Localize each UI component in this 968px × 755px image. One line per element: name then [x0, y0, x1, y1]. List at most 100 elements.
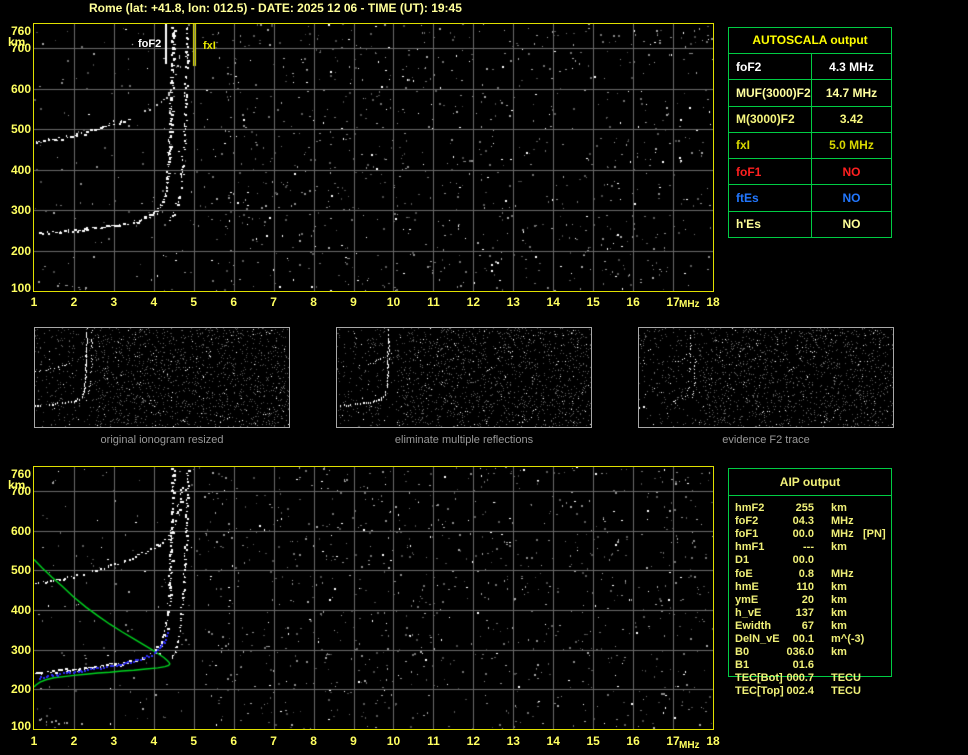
aip-unit: km — [831, 646, 847, 659]
thumbnail-original-canvas — [35, 328, 289, 427]
top-ionogram-plot — [33, 23, 714, 292]
autoscala-value: 4.3 MHz — [829, 59, 874, 74]
aip-row: hmE 110 km — [728, 581, 892, 594]
y-tick-label: 100 — [10, 281, 31, 295]
aip-value: 20 — [801, 593, 814, 606]
aip-param: ymE — [735, 593, 759, 606]
aip-row: hmF2 255 km — [728, 502, 892, 515]
aip-value: 110 — [796, 580, 814, 593]
y-tick-label: 300 — [10, 203, 31, 218]
autoscala-row: foF2 4.3 MHz — [729, 54, 891, 81]
y-tick-label: 700 — [10, 41, 31, 56]
aip-row: B1 01.6 — [728, 659, 892, 672]
aip-value: 255 — [795, 502, 814, 514]
x-tick-label: 2 — [70, 734, 78, 748]
x-tick-label: 6 — [230, 295, 238, 309]
thumbnail-original-ionogram — [34, 327, 290, 428]
x-tick-label: 12 — [466, 295, 481, 309]
caption-original-ionogram: original ionogram resized — [100, 434, 224, 446]
x-tick-label: 16 — [626, 734, 640, 748]
thumbnail-eliminate-reflections — [336, 327, 592, 428]
y-tick-label: 760 — [10, 24, 31, 38]
autoscala-row: ftEs NO — [729, 185, 891, 212]
y-tick-label: 100 — [10, 719, 31, 733]
autoscala-value: 3.42 — [839, 112, 864, 127]
aip-unit: MHz — [831, 567, 854, 580]
aip-value: 0.8 — [798, 567, 814, 580]
x-tick-label: 14 — [546, 734, 560, 748]
aip-value: 00.0 — [792, 528, 814, 541]
aip-param: foF2 — [735, 515, 759, 528]
x-tick-label: 4 — [150, 734, 158, 748]
top-ionogram-canvas — [34, 24, 713, 291]
aip-row: DelN_vE 00.1 m^(-3) — [728, 633, 892, 646]
x-tick-label: 5 — [190, 734, 198, 748]
aip-param: h_vE — [735, 606, 762, 619]
aip-row: ymE 20 km — [728, 594, 892, 607]
thumbnail-evidence-f2 — [638, 327, 894, 428]
aip-unit: MHz — [831, 528, 854, 541]
autoscala-row: fxI 5.0 MHz — [729, 132, 891, 160]
aip-row: TEC[Top] 002.4 TECU — [728, 685, 892, 698]
caption-eliminate-reflections: eliminate multiple reflections — [394, 434, 534, 446]
aip-row: foF1 00.0 MHz [PN] — [728, 528, 892, 541]
autoscala-param: fxI — [729, 132, 812, 159]
aip-unit: km — [831, 593, 847, 606]
autoscala-table-title: AUTOSCALA output — [729, 28, 891, 54]
aip-param: B1 — [735, 659, 750, 672]
y-tick-label: 700 — [10, 483, 31, 498]
y-tick-label: 400 — [10, 602, 31, 617]
autoscala-param: ftEs — [729, 185, 812, 211]
aip-value: 01.6 — [792, 659, 814, 672]
x-tick-label: 18 — [706, 295, 720, 309]
aip-param: B0 — [735, 646, 750, 659]
autoscala-param: foF1 — [729, 159, 812, 185]
bottom-ionogram-canvas — [34, 467, 713, 729]
aip-param: foF1 — [735, 528, 759, 541]
aip-unit: km — [831, 580, 847, 593]
autoscala-value: NO — [842, 217, 861, 232]
aip-value: 137 — [795, 606, 814, 619]
aip-table-title: AIP output — [729, 469, 891, 496]
x-tick-label: 7 — [270, 734, 277, 748]
y-tick-label: 600 — [10, 523, 31, 538]
aip-unit: TECU — [831, 685, 861, 698]
aip-row: foF2 04.3 MHz — [728, 515, 892, 528]
y-tick-label: 200 — [10, 682, 31, 697]
x-tick-label: 9 — [350, 295, 357, 309]
aip-value: 002.4 — [786, 685, 814, 698]
autoscala-row: foF1 NO — [729, 159, 891, 186]
aip-unit: km — [831, 502, 847, 514]
x-tick-label: 9 — [350, 734, 357, 748]
x-tick-label: 6 — [230, 734, 238, 748]
x-tick-label: 15 — [586, 734, 600, 748]
thumbnail-evidence-canvas — [639, 328, 893, 427]
caption-evidence-f2: evidence F2 trace — [722, 434, 810, 446]
x-tick-label: 3 — [110, 734, 118, 748]
aip-row: Ewidth 67 km — [728, 620, 892, 633]
autoscala-param: MUF(3000)F2 — [729, 80, 812, 106]
x-tick-label: 8 — [310, 734, 317, 748]
x-tick-label: 4 — [150, 295, 158, 309]
autoscala-row: M(3000)F2 3.42 — [729, 106, 891, 133]
autoscala-value: NO — [842, 191, 861, 206]
autoscala-table-rows: foF2 4.3 MHz MUF(3000)F2 14.7 MHz M(3000)F2 3… — [729, 54, 891, 237]
autoscala-param: M(3000)F2 — [729, 106, 812, 132]
x-tick-label: 3 — [110, 295, 118, 309]
aip-param: hmF1 — [735, 541, 765, 554]
x-tick-label: 14 — [546, 295, 560, 309]
autoscala-app-window: Rome (lat: +41.8, lon: 012.5) - DATE: 20… — [0, 0, 968, 755]
aip-param: foE — [735, 567, 753, 580]
autoscala-output-table: AUTOSCALA output foF2 4.3 MHz MUF(3000)F2 1… — [728, 27, 892, 238]
y-tick-label: 500 — [10, 563, 31, 578]
x-tick-label: 12 — [466, 734, 481, 748]
x-tick-label: 16 — [626, 295, 640, 309]
autoscala-param: h'Es — [729, 211, 812, 237]
y-tick-label: 500 — [10, 122, 31, 137]
autoscala-row: h'Es NO — [729, 211, 891, 237]
x-tick-label: 2 — [70, 295, 78, 309]
autoscala-value: 5.0 MHz — [829, 138, 874, 153]
autoscala-row: MUF(3000)F2 14.7 MHz — [729, 80, 891, 107]
x-tick-label: 17 — [666, 734, 680, 748]
autoscala-value: 14.7 MHz — [825, 85, 878, 100]
